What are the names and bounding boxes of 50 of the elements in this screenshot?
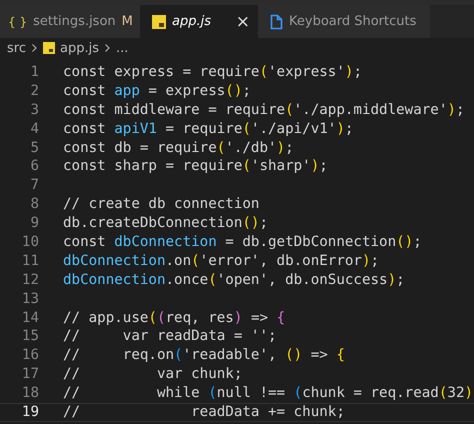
- close-icon[interactable]: ×: [236, 12, 250, 32]
- line-number: 15: [20, 327, 39, 346]
- code-line: const middleware = require('./app.middleware');: [63, 100, 464, 120]
- code-line: db.createDbConnection();: [63, 214, 268, 234]
- line-number: 13: [20, 290, 39, 309]
- line-number: 17: [20, 365, 39, 384]
- code-line: const apiV1 = require('./api/v1');: [63, 120, 354, 139]
- line-number: 16: [20, 346, 39, 366]
- code-line: const dbConnection = db.getDbConnection();: [63, 233, 422, 252]
- code-line: // readData += chunk;: [63, 404, 345, 421]
- code-line: const app = express();: [63, 82, 251, 101]
- line-number: 7: [29, 176, 39, 196]
- code-line: // var readData = '';: [63, 327, 277, 346]
- line-number: 8: [29, 195, 39, 214]
- line-number: 5: [29, 138, 39, 158]
- editor-tab[interactable]: { } settings.json M: [0, 5, 140, 38]
- javascript-file-icon: [152, 14, 166, 28]
- line-number: 2: [29, 82, 39, 101]
- code-line: const express = require('express');: [63, 63, 362, 82]
- line-number: 4: [29, 120, 39, 139]
- code-line: // app.use((req, res) => {: [63, 308, 286, 328]
- code-line: // var chunk;: [63, 365, 242, 384]
- code-line: // create db connection: [63, 195, 260, 214]
- line-number: 11: [20, 252, 39, 271]
- braces-icon: { }: [8, 14, 28, 28]
- line-number: 3: [29, 100, 39, 120]
- line-number: 19: [20, 404, 39, 421]
- chevron-right-icon: [30, 43, 38, 53]
- chevron-right-icon: [104, 43, 111, 53]
- line-number: 14: [20, 308, 39, 328]
- code-line: dbConnection.on('error', db.onError);: [63, 252, 380, 271]
- code-line: const sharp = require('sharp');: [63, 157, 328, 176]
- code-line: // while (null !== (chunk = req.read(32): [63, 384, 474, 404]
- breadcrumb-item[interactable]: ...: [116, 40, 128, 56]
- code-line: // req.on('readable', () => {: [63, 346, 345, 366]
- breadcrumb-item[interactable]: app.js: [60, 40, 99, 56]
- code-line: const db = require('./db');: [63, 138, 294, 158]
- line-number: 12: [20, 270, 39, 290]
- modified-indicator: M: [122, 14, 133, 29]
- document-icon: [270, 14, 283, 30]
- line-number: 1: [29, 63, 39, 82]
- breadcrumb-item[interactable]: src: [7, 40, 26, 56]
- line-number: 9: [29, 214, 39, 234]
- line-number: 6: [29, 157, 39, 176]
- line-number: 18: [20, 384, 39, 404]
- editor-tab[interactable]: Keyboard Shortcuts: [258, 5, 430, 38]
- javascript-file-icon: [42, 42, 55, 54]
- editor-tab[interactable]: app.js ×: [140, 5, 258, 38]
- code-line: dbConnection.once('open', db.onSuccess);: [63, 270, 405, 290]
- line-number: 10: [20, 233, 39, 252]
